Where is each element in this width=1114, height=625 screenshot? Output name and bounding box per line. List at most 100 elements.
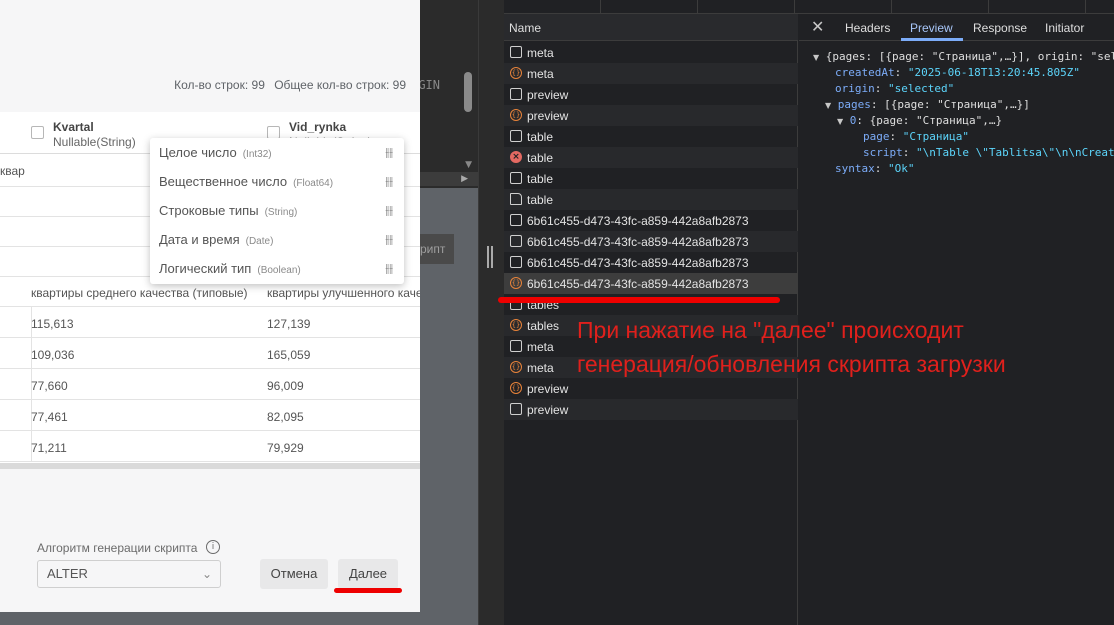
- panel-splitter[interactable]: [478, 0, 504, 625]
- request-row[interactable]: table: [504, 126, 798, 147]
- type-option-string[interactable]: Строковые типы (String) ⫲⫲: [159, 196, 399, 225]
- type-option-int32[interactable]: Целое число (Int32) ⫲⫲: [159, 138, 399, 167]
- type-option-boolean[interactable]: Логический тип (Boolean) ⫲⫲: [159, 254, 399, 283]
- algorithm-select-value: ALTER: [47, 566, 88, 581]
- type-option-sub: (Date): [245, 236, 274, 247]
- name-header-label: Name: [509, 21, 542, 35]
- json-value: "Ok": [888, 162, 915, 175]
- json-root-line[interactable]: ▼ {pages: [{page: "Страница",…}], origin…: [813, 50, 1114, 63]
- document-icon: [510, 235, 522, 247]
- type-option-label: Целое число: [159, 145, 237, 160]
- request-row[interactable]: {} meta: [504, 63, 798, 84]
- total-row-count: Общее кол-во строк: 99: [274, 78, 406, 92]
- timeline-tick: [600, 0, 601, 14]
- column-type-dropdown: Целое число (Int32) ⫲⫲ Вещественное число…: [150, 138, 404, 284]
- scroll-down-arrow-icon[interactable]: ▼: [465, 160, 472, 170]
- table-cell: 165,059: [267, 348, 311, 362]
- request-name: tables: [527, 319, 560, 333]
- document-icon: [510, 214, 522, 226]
- type-option-date[interactable]: Дата и время (Date) ⫲⫲: [159, 225, 399, 254]
- table-row: 77,461 82,095: [0, 400, 420, 431]
- details-tabs: ✕ Headers Preview Response Initiator: [799, 14, 1114, 41]
- next-button[interactable]: Далее: [338, 559, 398, 589]
- type-option-sub: (Float64): [293, 178, 334, 189]
- annotation-underline-next: [334, 588, 402, 593]
- expand-triangle-icon[interactable]: ▼: [813, 53, 819, 62]
- request-row[interactable]: {} preview: [504, 378, 798, 399]
- settings-sliders-icon[interactable]: ⫲⫲: [385, 196, 393, 225]
- json-key: script: [863, 146, 903, 159]
- type-option-float64[interactable]: Вещественное число (Float64) ⫲⫲: [159, 167, 399, 196]
- column-checkbox[interactable]: [31, 126, 44, 139]
- document-icon: [510, 172, 522, 184]
- close-icon[interactable]: ✕: [811, 17, 824, 36]
- type-option-sub: (String): [264, 207, 298, 218]
- request-row[interactable]: preview: [504, 399, 798, 420]
- type-option-sub: (Boolean): [257, 265, 301, 276]
- request-row[interactable]: table: [504, 189, 798, 210]
- cancel-button[interactable]: Отмена: [260, 559, 328, 589]
- request-row[interactable]: × table: [504, 147, 798, 168]
- scroll-right-arrow-icon[interactable]: ▶: [461, 174, 468, 184]
- request-name: preview: [527, 403, 569, 417]
- request-row[interactable]: 6b61c455-d473-43fc-a859-442a8afb2873: [504, 231, 798, 252]
- tab-response[interactable]: Response: [973, 21, 1027, 35]
- table-row: 77,660 96,009: [0, 369, 420, 400]
- background-overlay-bottom: [0, 612, 420, 625]
- json-line[interactable]: ▼ pages: [{page: "Страница",…}]: [825, 98, 1030, 111]
- document-icon: [510, 88, 522, 100]
- expand-triangle-icon[interactable]: ▼: [837, 117, 843, 126]
- request-row[interactable]: {} 6b61c455-d473-43fc-a859-442a8afb2873: [504, 273, 798, 294]
- table-cell: 77,660: [31, 379, 68, 393]
- annotation-underline-request: [498, 297, 780, 303]
- table-cell: квар: [0, 164, 25, 178]
- table-horizontal-scrollbar[interactable]: [0, 463, 420, 469]
- request-row[interactable]: {} preview: [504, 105, 798, 126]
- request-row[interactable]: 6b61c455-d473-43fc-a859-442a8afb2873: [504, 210, 798, 231]
- background-hscroll[interactable]: ▶: [420, 172, 478, 186]
- document-icon: [510, 130, 522, 142]
- table-cell: 96,009: [267, 379, 304, 393]
- json-key: origin: [835, 82, 875, 95]
- type-option-label: Дата и время: [159, 232, 240, 247]
- request-row[interactable]: preview: [504, 84, 798, 105]
- timeline-tick: [988, 0, 989, 14]
- request-name: meta: [527, 46, 554, 60]
- request-row[interactable]: meta: [504, 42, 798, 63]
- json-value: [{page: "Страница",…}]: [884, 98, 1030, 111]
- request-name: table: [527, 172, 554, 186]
- json-value: "\nTable \"Tablitsa\"\n\nCreate: [916, 146, 1114, 159]
- tab-initiator[interactable]: Initiator: [1045, 21, 1084, 35]
- fetch-icon: {}: [510, 319, 522, 331]
- script-generation-dialog: Кол-во строк: 99 Общее кол-во строк: 99 …: [0, 0, 420, 612]
- algorithm-select[interactable]: ALTER ⌄: [37, 560, 221, 588]
- table-cell: 115,613: [31, 317, 74, 331]
- type-option-label: Логический тип: [159, 261, 252, 276]
- settings-sliders-icon[interactable]: ⫲⫲: [385, 254, 393, 283]
- info-icon[interactable]: i: [206, 540, 220, 554]
- name-column-header[interactable]: Name: [504, 14, 798, 41]
- timeline-tick: [794, 0, 795, 14]
- tab-headers[interactable]: Headers: [845, 21, 890, 35]
- tab-preview[interactable]: Preview: [910, 21, 953, 35]
- row-counts: Кол-во строк: 99 Общее кол-во строк: 99: [168, 78, 406, 92]
- active-tab-indicator: [901, 38, 963, 41]
- background-scrollbar[interactable]: [464, 72, 472, 112]
- json-value: "2025-06-18T13:20:45.805Z": [907, 66, 1081, 79]
- request-name: table: [527, 193, 554, 207]
- annotation-text: При нажатие на "далее" происходит генера…: [577, 317, 1006, 377]
- settings-sliders-icon[interactable]: ⫲⫲: [385, 167, 393, 196]
- settings-sliders-icon[interactable]: ⫲⫲: [385, 225, 393, 254]
- request-row[interactable]: 6b61c455-d473-43fc-a859-442a8afb2873: [504, 252, 798, 273]
- expand-triangle-icon[interactable]: ▼: [825, 101, 831, 110]
- splitter-grip-icon[interactable]: [487, 246, 493, 268]
- request-name: 6b61c455-d473-43fc-a859-442a8afb2873: [527, 256, 749, 270]
- request-name: preview: [527, 109, 569, 123]
- json-line: createdAt: "2025-06-18T13:20:45.805Z": [835, 66, 1081, 79]
- settings-sliders-icon[interactable]: ⫲⫲: [385, 138, 393, 167]
- request-row[interactable]: table: [504, 168, 798, 189]
- column-name: Vid_rynka: [289, 120, 347, 134]
- json-line[interactable]: ▼ 0: {page: "Страница",…}: [837, 114, 1002, 127]
- type-option-sub: (Int32): [242, 149, 272, 160]
- column-type[interactable]: Nullable(String): [53, 135, 136, 149]
